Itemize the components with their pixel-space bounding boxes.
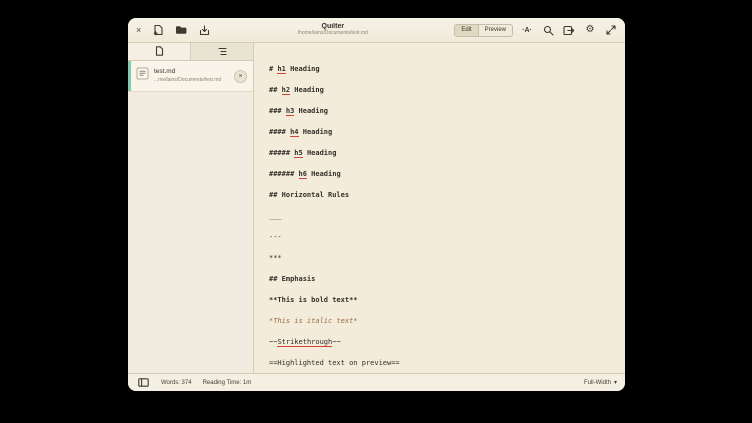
- file-close-button[interactable]: ×: [234, 70, 247, 83]
- editor-line: #### h4 Heading: [269, 122, 619, 143]
- editor-line: ___: [269, 206, 619, 227]
- markdown-file-icon: [136, 67, 149, 85]
- editor-line: ## Emphasis: [269, 269, 619, 290]
- width-mode-label: Full-Width: [584, 380, 611, 386]
- tab-outline[interactable]: [190, 43, 253, 60]
- search-icon: [543, 25, 554, 36]
- editor-line: ==Highlighted text on preview==: [269, 353, 619, 373]
- md-segment: ## Emphasis: [269, 275, 315, 283]
- app-body: test.md ...me/lains/Documents/test.md × …: [128, 43, 625, 373]
- open-folder-icon: [175, 25, 187, 35]
- editor-line: ~~Strikethrough~~: [269, 332, 619, 353]
- md-segment: ##: [269, 86, 282, 94]
- editor-line: ## h2 Heading: [269, 80, 619, 101]
- new-file-button[interactable]: [151, 23, 165, 37]
- font-settings-button[interactable]: ·A·: [520, 23, 534, 37]
- md-segment: Heading: [286, 65, 320, 73]
- md-segment: ## Horizontal Rules: [269, 191, 349, 199]
- editor-line: ***: [269, 248, 619, 269]
- md-segment: Heading: [290, 86, 324, 94]
- header-right-group: Edit Preview ·A· ⚙: [454, 23, 618, 37]
- md-segment: h6: [299, 170, 307, 179]
- file-meta: test.md ...me/lains/Documents/test.md: [154, 67, 221, 84]
- md-segment: Heading: [299, 128, 333, 136]
- md-segment: ***: [269, 254, 282, 262]
- md-segment: h5: [294, 149, 302, 158]
- md-segment: *This is italic text*: [269, 317, 358, 325]
- md-segment: Heading: [303, 149, 337, 157]
- md-segment: h4: [290, 128, 298, 137]
- chevron-down-icon: ▾: [614, 379, 617, 386]
- fullscreen-button[interactable]: [604, 23, 618, 37]
- file-name: test.md: [154, 67, 221, 77]
- sidebar: test.md ...me/lains/Documents/test.md ×: [128, 43, 254, 373]
- sidebar-toggle-icon: [138, 378, 149, 387]
- outline-icon: [218, 43, 227, 61]
- editor-line: *This is italic text*: [269, 311, 619, 332]
- save-icon: [199, 25, 210, 36]
- sidebar-tabs: [128, 43, 253, 61]
- save-file-button[interactable]: [197, 23, 211, 37]
- new-file-icon: [153, 24, 164, 36]
- editor-line: ##### h5 Heading: [269, 143, 619, 164]
- header-left-group: ×: [135, 23, 211, 37]
- window-close-button[interactable]: ×: [135, 26, 142, 35]
- md-segment: Heading: [307, 170, 341, 178]
- word-count: Words: 374: [161, 380, 192, 386]
- editor-line: ---: [269, 227, 619, 248]
- font-icon: ·A·: [522, 27, 532, 34]
- document-path: /home/lains/Documents/test.md: [218, 31, 447, 37]
- settings-button[interactable]: ⚙: [583, 23, 597, 37]
- md-segment: #####: [269, 149, 294, 157]
- md-segment: **This is bold text**: [269, 296, 358, 304]
- quilter-window: × Quilter /home/lains/Documents/test.md …: [128, 18, 625, 391]
- preview-mode-button[interactable]: Preview: [478, 25, 512, 36]
- file-list-item[interactable]: test.md ...me/lains/Documents/test.md ×: [128, 61, 253, 92]
- editor-line: ### h3 Heading: [269, 101, 619, 122]
- export-button[interactable]: [562, 23, 576, 37]
- editor-line: # h1 Heading: [269, 59, 619, 80]
- view-mode-switcher: Edit Preview: [454, 24, 513, 37]
- selected-accent-strip: [128, 61, 131, 91]
- md-segment: ___: [269, 212, 282, 220]
- editor-content[interactable]: # h1 Heading## h2 Heading### h3 Heading#…: [254, 43, 625, 373]
- open-file-button[interactable]: [174, 23, 188, 37]
- md-segment: h1: [277, 65, 285, 74]
- width-mode-dropdown[interactable]: Full-Width ▾: [584, 379, 617, 386]
- editor-line: ###### h6 Heading: [269, 164, 619, 185]
- document-icon: [155, 43, 164, 61]
- header-title-block: Quilter /home/lains/Documents/test.md: [218, 23, 447, 37]
- md-segment: h2: [282, 86, 290, 95]
- md-segment: ####: [269, 128, 290, 136]
- md-segment: ~~: [332, 338, 340, 346]
- sidebar-toggle-button[interactable]: [136, 376, 150, 390]
- edit-mode-button[interactable]: Edit: [455, 25, 477, 36]
- md-segment: ######: [269, 170, 299, 178]
- md-segment: ---: [269, 233, 282, 241]
- editor-line: **This is bold text**: [269, 290, 619, 311]
- tab-files[interactable]: [128, 43, 190, 60]
- header-bar: × Quilter /home/lains/Documents/test.md …: [128, 18, 625, 43]
- status-bar: Words: 374 Reading Time: 1m Full-Width ▾: [128, 373, 625, 391]
- md-segment: ==Highlighted text on preview==: [269, 359, 400, 367]
- gear-icon: ⚙: [586, 25, 595, 35]
- editor-line: ## Horizontal Rules: [269, 185, 619, 206]
- file-path: ...me/lains/Documents/test.md: [154, 77, 221, 85]
- md-segment: Strikethrough: [277, 338, 332, 347]
- fullscreen-icon: [606, 25, 616, 35]
- reading-time: Reading Time: 1m: [203, 380, 252, 386]
- search-button[interactable]: [541, 23, 555, 37]
- md-segment: Heading: [294, 107, 328, 115]
- export-icon: [563, 25, 575, 36]
- close-icon: ×: [238, 73, 242, 80]
- md-segment: ###: [269, 107, 286, 115]
